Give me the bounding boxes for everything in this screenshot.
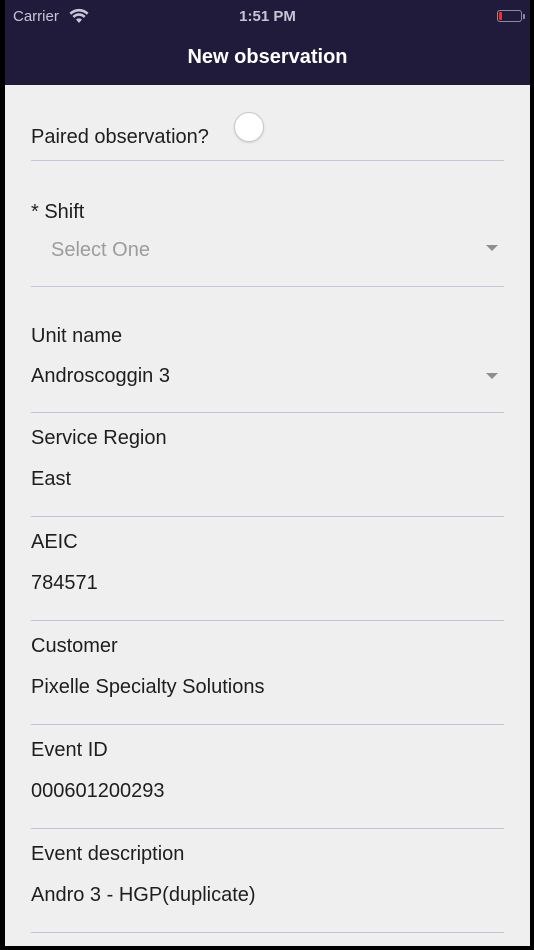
unit-name-label: Unit name (31, 325, 123, 347)
status-time: 1:51 PM (239, 8, 296, 25)
top-bar: Carrier 1:51 PM New observation (5, 0, 530, 85)
event-description-field: Event description Andro 3 - HGP(duplicat… (31, 829, 504, 933)
customer-field: Customer Pixelle Specialty Solutions (31, 621, 504, 725)
customer-value: Pixelle Specialty Solutions (31, 676, 265, 698)
unit-name-field[interactable]: Unit name Androscoggin 3 (31, 287, 504, 413)
paired-observation-field: Paired observation? (31, 85, 504, 161)
paired-observation-toggle[interactable] (234, 112, 264, 142)
event-description-label: Event description (31, 843, 185, 865)
paired-observation-label: Paired observation? (31, 126, 209, 148)
event-id-value: 000601200293 (31, 780, 165, 802)
shift-field[interactable]: * Shift Select One (31, 161, 504, 287)
customer-label: Customer (31, 635, 118, 657)
observation-form: Paired observation? * Shift Select One U… (5, 85, 530, 946)
shift-select[interactable]: Select One (51, 239, 150, 262)
service-region-label: Service Region (31, 427, 167, 449)
event-id-label: Event ID (31, 739, 108, 761)
service-region-field: Service Region East (31, 413, 504, 517)
device-screen: Carrier 1:51 PM New observation Paired o… (0, 0, 534, 950)
event-id-field: Event ID 000601200293 (31, 725, 504, 829)
service-region-value: East (31, 468, 72, 490)
chevron-down-icon[interactable] (486, 373, 498, 379)
unit-name-select[interactable]: Androscoggin 3 (31, 365, 170, 388)
event-description-value: Andro 3 - HGP(duplicate) (31, 884, 256, 906)
aeic-label: AEIC (31, 531, 78, 553)
chevron-down-icon[interactable] (486, 245, 498, 251)
aeic-field: AEIC 784571 (31, 517, 504, 621)
status-bar: Carrier 1:51 PM (5, 0, 530, 34)
battery-icon (497, 10, 525, 22)
battery-level (499, 12, 502, 20)
aeic-value: 784571 (31, 572, 98, 594)
page-title: New observation (187, 46, 348, 68)
shift-label: * Shift (31, 201, 85, 223)
